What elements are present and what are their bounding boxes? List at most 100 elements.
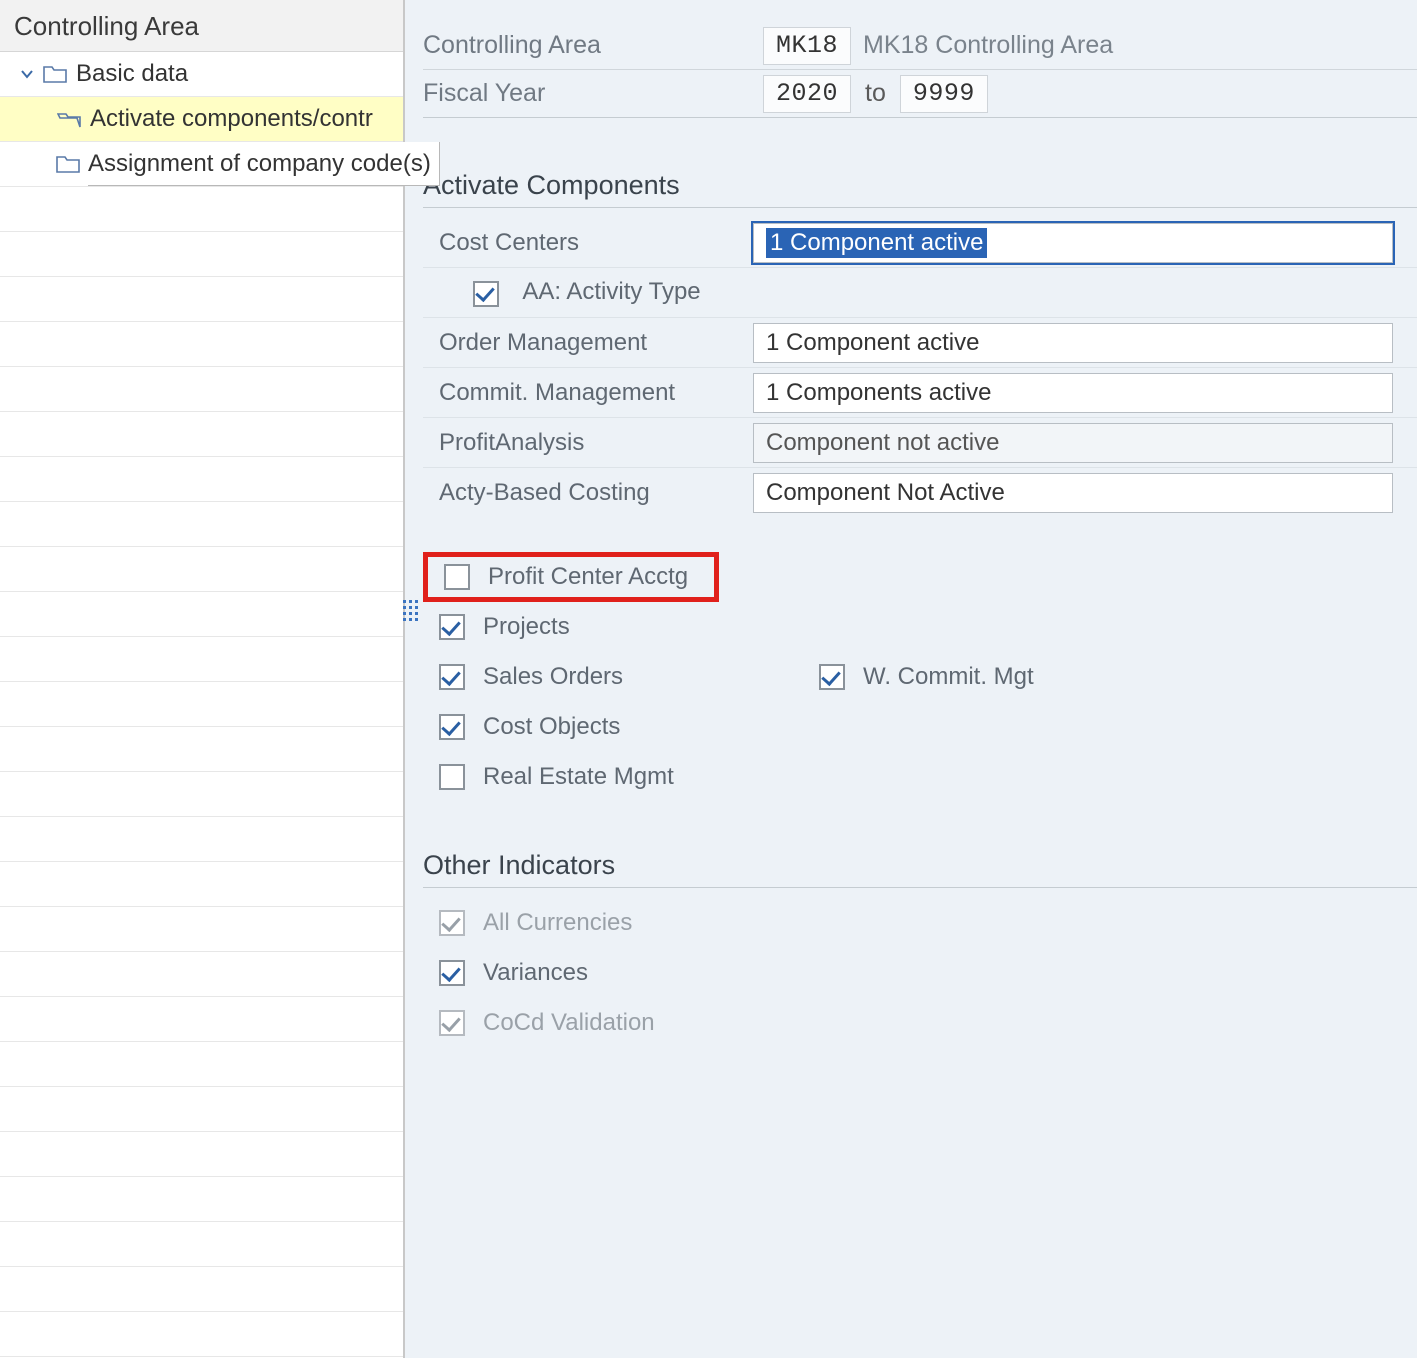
tree-blank-row xyxy=(0,412,403,457)
tree-label: Basic data xyxy=(76,60,188,88)
tree-blank-row xyxy=(0,1267,403,1312)
tree-blank-row xyxy=(0,727,403,772)
tree-blank-row xyxy=(0,907,403,952)
row-all-currencies: All Currencies xyxy=(423,898,1417,948)
row-acty-based-costing: Acty-Based Costing Component Not Active xyxy=(423,468,1417,518)
sidebar-tree-panel: Controlling Area Basic data Activate com… xyxy=(0,0,405,1358)
field-label: Fiscal Year xyxy=(423,79,763,108)
row-real-estate-mgmt: Real Estate Mgmt xyxy=(423,752,1417,802)
controlling-area-value: MK18 xyxy=(763,27,851,65)
tree-blank-row xyxy=(0,187,403,232)
dropdown-value: Component not active xyxy=(766,429,999,457)
folder-icon xyxy=(56,153,80,175)
fiscal-year-from: 2020 xyxy=(763,75,851,113)
tree-blank-row xyxy=(0,1222,403,1267)
folder-icon xyxy=(42,63,68,85)
tree-blank-row xyxy=(0,772,403,817)
w-commit-mgt-checkbox[interactable] xyxy=(819,664,845,690)
tree-blank-row xyxy=(0,1042,403,1087)
checkbox-label: CoCd Validation xyxy=(483,1009,655,1037)
section-title: Activate Components xyxy=(423,170,1417,201)
tree: Basic data Activate components/contr Ass… xyxy=(0,52,403,1358)
tree-blank-row xyxy=(0,637,403,682)
checkbox-label: All Currencies xyxy=(483,909,632,937)
tree-blank-row xyxy=(0,367,403,412)
aa-activity-type-checkbox[interactable] xyxy=(473,281,499,307)
folder-open-icon xyxy=(56,108,82,130)
tree-blank-row xyxy=(0,322,403,367)
row-commit-management: Commit. Management 1 Components active xyxy=(423,368,1417,418)
checkbox-label: Sales Orders xyxy=(483,663,623,691)
row-variances: Variances xyxy=(423,948,1417,998)
tree-blank-row xyxy=(0,1177,403,1222)
row-cost-objects: Cost Objects xyxy=(423,702,1417,752)
sales-orders-checkbox[interactable] xyxy=(439,664,465,690)
field-label: Commit. Management xyxy=(423,379,753,407)
checkbox-label: Cost Objects xyxy=(483,713,620,741)
tree-label: Activate components/contr xyxy=(90,105,373,133)
profit-analysis-dropdown[interactable]: Component not active xyxy=(753,423,1393,463)
highlight-annotation: Profit Center Acctg xyxy=(423,552,719,602)
tree-blank-row xyxy=(0,997,403,1042)
sidebar-header: Controlling Area xyxy=(0,0,403,52)
header-row-controlling-area: Controlling Area MK18 MK18 Controlling A… xyxy=(423,22,1417,70)
tree-blank-row xyxy=(0,862,403,907)
dropdown-value: Component Not Active xyxy=(766,479,1005,507)
section-title: Other Indicators xyxy=(423,850,1417,881)
row-cocd-validation: CoCd Validation xyxy=(423,998,1417,1048)
tree-blank-row xyxy=(0,817,403,862)
real-estate-mgmt-checkbox[interactable] xyxy=(439,764,465,790)
checkbox-label: W. Commit. Mgt xyxy=(863,663,1034,691)
cost-centers-dropdown[interactable]: 1 Component active xyxy=(753,223,1393,263)
dropdown-value: 1 Component active xyxy=(766,228,987,258)
checkbox-label: Profit Center Acctg xyxy=(488,563,688,591)
checkbox-label: Real Estate Mgmt xyxy=(483,763,674,791)
aa-activity-container: AA: Activity Type xyxy=(423,278,753,307)
fiscal-year-to: 9999 xyxy=(900,75,988,113)
header-row-fiscal-year: Fiscal Year 2020 to 9999 xyxy=(423,70,1417,118)
field-label: ProfitAnalysis xyxy=(423,429,753,457)
row-sales-orders: Sales Orders W. Commit. Mgt xyxy=(423,652,1417,702)
tree-blank-row xyxy=(0,1312,403,1357)
tree-blank-row xyxy=(0,1087,403,1132)
tree-blank-row xyxy=(0,592,403,637)
row-order-management: Order Management 1 Component active xyxy=(423,318,1417,368)
field-label: Controlling Area xyxy=(423,31,763,60)
tree-blank-row xyxy=(0,502,403,547)
profit-center-acctg-checkbox[interactable] xyxy=(444,564,470,590)
all-currencies-checkbox xyxy=(439,910,465,936)
tree-blank-row xyxy=(0,232,403,277)
checkbox-label: Projects xyxy=(483,613,570,641)
field-label: Cost Centers xyxy=(423,229,753,257)
field-label: Acty-Based Costing xyxy=(423,479,753,507)
checkbox-label: Variances xyxy=(483,959,588,987)
acty-based-costing-dropdown[interactable]: Component Not Active xyxy=(753,473,1393,513)
chevron-down-icon xyxy=(18,65,36,83)
tree-label: Assignment of company code(s) xyxy=(88,142,440,186)
cost-objects-checkbox[interactable] xyxy=(439,714,465,740)
tree-node-assignment-company-codes[interactable]: Assignment of company code(s) xyxy=(0,142,403,187)
variances-checkbox[interactable] xyxy=(439,960,465,986)
tree-blank-row xyxy=(0,277,403,322)
row-aa-activity-type: AA: Activity Type xyxy=(423,268,1417,318)
commit-management-dropdown[interactable]: 1 Components active xyxy=(753,373,1393,413)
projects-checkbox[interactable] xyxy=(439,614,465,640)
header-block: Controlling Area MK18 MK18 Controlling A… xyxy=(423,0,1417,118)
to-label: to xyxy=(865,79,886,108)
section-other-indicators: Other Indicators All Currencies Variance… xyxy=(423,850,1417,1048)
checkbox-label: AA: Activity Type xyxy=(522,278,700,305)
detail-panel: Controlling Area MK18 MK18 Controlling A… xyxy=(405,0,1417,1358)
dropdown-value: 1 Component active xyxy=(766,329,979,357)
row-profit-analysis: ProfitAnalysis Component not active xyxy=(423,418,1417,468)
section-activate-components: Activate Components Cost Centers 1 Compo… xyxy=(423,170,1417,802)
field-label: Order Management xyxy=(423,329,753,357)
tree-blank-row xyxy=(0,952,403,997)
order-management-dropdown[interactable]: 1 Component active xyxy=(753,323,1393,363)
cocd-validation-checkbox xyxy=(439,1010,465,1036)
tree-blank-row xyxy=(0,1132,403,1177)
tree-node-basic-data[interactable]: Basic data xyxy=(0,52,403,97)
row-profit-center-acctg: Profit Center Acctg xyxy=(423,552,1417,602)
splitter-handle[interactable] xyxy=(403,600,415,640)
tree-node-activate-components[interactable]: Activate components/contr xyxy=(0,97,403,142)
tree-blank-row xyxy=(0,547,403,592)
